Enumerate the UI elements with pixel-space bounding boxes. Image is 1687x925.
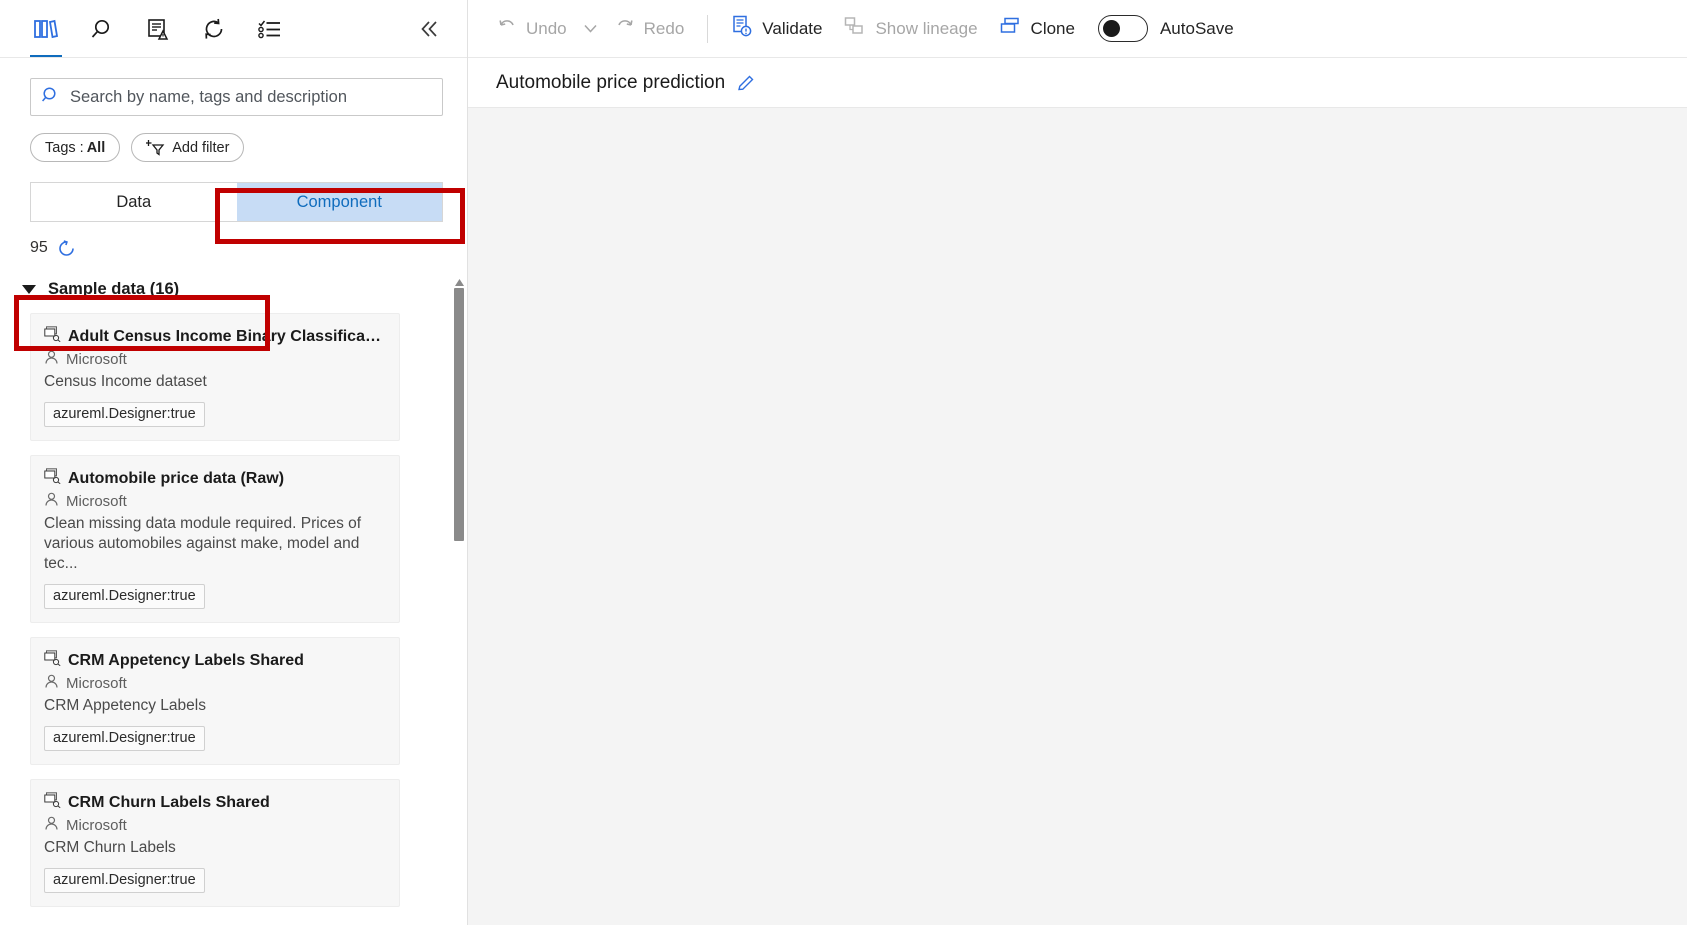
loading-spinner-icon <box>57 239 76 258</box>
list-item[interactable]: Automobile price data (Raw) Microsoft Cl… <box>30 455 400 623</box>
refresh-icon[interactable] <box>186 1 242 57</box>
card-tag: azureml.Designer:true <box>44 868 205 893</box>
card-owner-row: Microsoft <box>44 816 385 835</box>
tags-chip-value: All <box>86 139 106 156</box>
person-icon <box>44 350 59 369</box>
pipeline-canvas[interactable] <box>468 108 1687 925</box>
undo-button[interactable]: Undo <box>486 9 578 49</box>
azure-ml-designer-window: Tags : All Add filter Data Component <box>0 0 1687 925</box>
tab-data-label: Data <box>116 192 152 211</box>
dataset-icon <box>44 326 61 347</box>
group-header-sample-data[interactable]: Sample data (16) <box>0 266 467 313</box>
person-icon <box>44 816 59 835</box>
card-title-row: Adult Census Income Binary Classificatio… <box>44 326 385 347</box>
redo-icon <box>615 16 635 41</box>
autosave-label: AutoSave <box>1159 18 1234 38</box>
clone-button[interactable]: Clone <box>989 9 1086 49</box>
card-owner-row: Microsoft <box>44 674 385 693</box>
filter-row: Tags : All Add filter <box>0 116 467 162</box>
card-title: CRM Appetency Labels Shared <box>68 651 304 669</box>
registry-icon[interactable] <box>130 1 186 57</box>
tags-chip-label: Tags : <box>45 139 84 156</box>
card-owner: Microsoft <box>66 351 127 368</box>
panel-icon-bar <box>0 0 467 58</box>
card-owner: Microsoft <box>66 817 127 834</box>
list-item[interactable]: CRM Appetency Labels Shared Microsoft CR… <box>30 637 400 765</box>
asset-library-panel: Tags : All Add filter Data Component <box>0 0 468 925</box>
clone-icon <box>1000 17 1022 40</box>
tab-component-label: Component <box>296 192 382 211</box>
undo-label: Undo <box>526 18 567 38</box>
asset-card-list: Adult Census Income Binary Classificatio… <box>0 313 467 907</box>
search-icon[interactable] <box>74 1 130 57</box>
validate-label: Validate <box>762 18 823 38</box>
card-title: Automobile price data (Raw) <box>68 469 285 487</box>
asset-list-scrollbar[interactable] <box>451 266 467 925</box>
undo-icon <box>497 16 517 41</box>
show-lineage-label: Show lineage <box>875 18 978 38</box>
asset-type-tabs: Data Component <box>30 182 443 222</box>
designer-main-area: Undo Redo Validate Show lineage Clone Au… <box>468 0 1687 925</box>
library-icon[interactable] <box>18 1 74 57</box>
card-title-row: CRM Appetency Labels Shared <box>44 650 385 671</box>
card-owner: Microsoft <box>66 493 127 510</box>
list-icon[interactable] <box>242 1 298 57</box>
group-header-label: Sample data (16) <box>48 280 180 298</box>
card-title-row: Automobile price data (Raw) <box>44 468 385 489</box>
dataset-icon <box>44 792 61 813</box>
card-tag: azureml.Designer:true <box>44 726 205 751</box>
list-item[interactable]: Adult Census Income Binary Classificatio… <box>30 313 400 441</box>
scrollbar-thumb[interactable] <box>454 288 464 541</box>
pipeline-title-bar: Automobile price prediction <box>468 58 1687 108</box>
search-container <box>0 58 467 116</box>
search-icon <box>41 85 61 110</box>
card-owner-row: Microsoft <box>44 492 385 511</box>
validate-icon <box>731 15 753 42</box>
card-description: Census Income dataset <box>44 373 207 390</box>
add-filter-icon <box>146 139 166 156</box>
tab-component[interactable]: Component <box>236 183 442 221</box>
autosave-toggle[interactable] <box>1097 15 1148 42</box>
card-tag: azureml.Designer:true <box>44 402 205 427</box>
add-filter-label: Add filter <box>172 139 230 156</box>
card-description: Clean missing data module required. Pric… <box>44 515 362 572</box>
chevron-down-icon <box>22 285 36 294</box>
card-owner-row: Microsoft <box>44 350 385 369</box>
undo-dropdown-chevron-icon[interactable] <box>578 9 604 49</box>
result-count-row: 95 <box>0 222 467 262</box>
show-lineage-button[interactable]: Show lineage <box>833 9 988 49</box>
search-box[interactable] <box>30 78 443 116</box>
card-owner: Microsoft <box>66 675 127 692</box>
page-title: Automobile price prediction <box>496 71 726 93</box>
person-icon <box>44 492 59 511</box>
person-icon <box>44 674 59 693</box>
card-tag: azureml.Designer:true <box>44 584 205 609</box>
result-count: 95 <box>30 239 48 256</box>
designer-toolbar: Undo Redo Validate Show lineage Clone Au… <box>468 0 1687 58</box>
redo-button[interactable]: Redo <box>604 9 696 49</box>
list-item[interactable]: CRM Churn Labels Shared Microsoft CRM Ch… <box>30 779 400 907</box>
clone-label: Clone <box>1030 18 1075 38</box>
card-title: Adult Census Income Binary Classificatio… <box>68 327 385 345</box>
edit-pencil-icon[interactable] <box>736 73 756 93</box>
add-filter-button[interactable]: Add filter <box>131 133 245 162</box>
lineage-icon <box>844 16 866 41</box>
validate-button[interactable]: Validate <box>720 9 833 49</box>
scroll-up-arrow-icon[interactable] <box>454 274 465 286</box>
card-description: CRM Churn Labels <box>44 839 176 856</box>
autosave-toggle-knob <box>1102 20 1120 37</box>
dataset-icon <box>44 468 61 489</box>
toolbar-divider <box>707 14 709 43</box>
search-input[interactable] <box>61 86 432 108</box>
redo-label: Redo <box>643 18 685 38</box>
card-title: CRM Churn Labels Shared <box>68 793 270 811</box>
tab-data[interactable]: Data <box>31 183 237 221</box>
dataset-icon <box>44 650 61 671</box>
asset-list-area: Sample data (16) Adult Census Income Bin… <box>0 266 467 925</box>
collapse-panel-button[interactable] <box>403 3 455 55</box>
card-title-row: CRM Churn Labels Shared <box>44 792 385 813</box>
card-description: CRM Appetency Labels <box>44 697 206 714</box>
tags-filter-chip[interactable]: Tags : All <box>30 133 121 162</box>
